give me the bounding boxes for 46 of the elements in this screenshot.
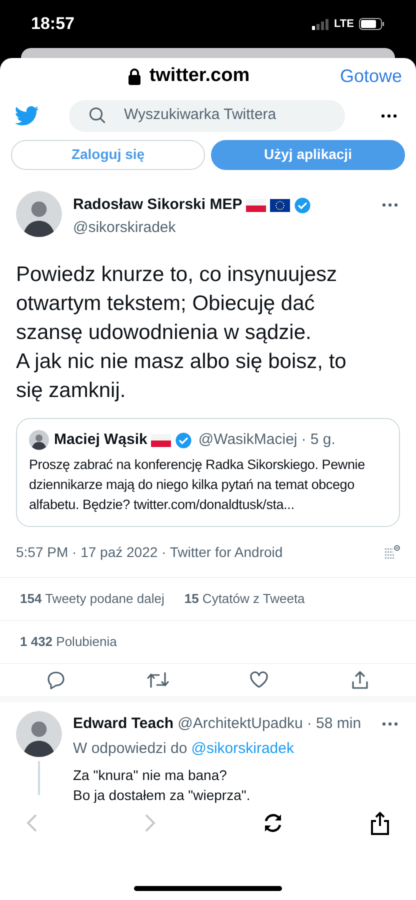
tweet-text: Powiedz knurze to, co insynuujesz otwartym tekstem; Obiecuję dać szansę udowodnienia w sądzie.: [16, 262, 338, 346]
more-icon[interactable]: [381, 114, 397, 118]
quoted-author-handle: @WasikMaciej: [198, 430, 298, 450]
share-icon[interactable]: [350, 670, 370, 690]
avatar: [29, 430, 49, 450]
reply-author-name[interactable]: Edward Teach: [73, 712, 174, 736]
analytics-icon[interactable]: [384, 544, 400, 561]
tweet-text: A jak nic nie masz albo się boisz, to się zamknij.: [16, 348, 348, 404]
quoted-author-name: Maciej Wąsik: [54, 430, 148, 450]
bird-logo-icon[interactable]: [15, 106, 39, 126]
reply-text: Za "knura" nie ma bana?: [73, 766, 228, 785]
flag-icon: [151, 434, 172, 447]
url-domain[interactable]: twitter.com: [149, 62, 250, 91]
stat-link[interactable]: 15 Cytatów z Tweeta: [184, 589, 305, 609]
stat-link[interactable]: 154 Tweety podane dalej: [20, 589, 164, 609]
reply-icon[interactable]: [46, 670, 66, 690]
reload-icon[interactable]: [262, 812, 284, 834]
reply-to-label: W odpowiedzi do: [73, 739, 188, 760]
lock-icon: [128, 68, 142, 86]
reply-time: · 58 min: [306, 714, 362, 734]
quoted-time: · 5 g.: [301, 430, 336, 450]
quoted-tweet-text: Proszę zabrać na konferencję Radka Sikorskiego. Pewnie dziennikarze mają do niego kilka pytań na temat obcego alfabetu. Będzie? twitter.com/donaldtusk/sta...: [29, 456, 366, 514]
tweet-timestamp[interactable]: 5:57 PM · 17 paź 2022 · Twitter for Android: [16, 542, 283, 564]
heart-icon[interactable]: [249, 670, 270, 690]
author-name[interactable]: Radosław Sikorski MEP: [73, 194, 242, 216]
search-bar[interactable]: Wyszukiwarka Twittera: [69, 100, 345, 132]
author-handle[interactable]: @sikorskiradek: [73, 217, 400, 240]
retweet-icon[interactable]: [146, 670, 169, 690]
quoted-tweet-card[interactable]: Maciej Wąsik @WasikMaciej · 5 g. Proszę zabrać na konferencję Radka Sikorskiego. Pewnie dziennikarze mają do niego kilka pytań na temat obcego alfabetu. Będzie? twitter.com/donaldtusk/sta...: [16, 418, 400, 528]
status-time: 18:57: [31, 13, 74, 36]
avatar[interactable]: [16, 710, 62, 757]
network-label: LTE: [334, 16, 354, 32]
reply-author-handle[interactable]: @ArchitektUpadku: [178, 712, 303, 736]
reply-text: Bo ja dostałem za "wieprza".: [73, 786, 252, 805]
likes-link[interactable]: 1 432 Polubienia: [20, 632, 117, 652]
more-icon[interactable]: [382, 722, 398, 726]
signal-icon: [312, 18, 330, 30]
battery-icon: [359, 18, 385, 30]
search-input[interactable]: Wyszukiwarka Twittera: [124, 104, 324, 127]
flag-icon: [246, 198, 266, 212]
share-icon[interactable]: [370, 811, 390, 836]
more-icon[interactable]: [382, 203, 398, 208]
avatar[interactable]: [16, 190, 62, 237]
flag-icon: [270, 198, 290, 212]
search-icon: [89, 107, 106, 124]
done-button[interactable]: Gotowe: [340, 63, 402, 90]
